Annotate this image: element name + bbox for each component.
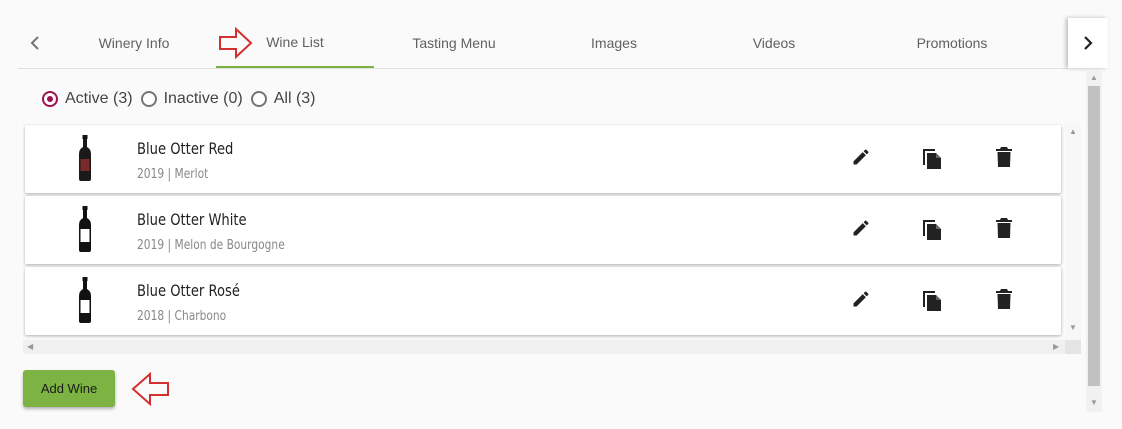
wine-details: 2019 | Merlot (137, 167, 209, 182)
trash-icon (996, 147, 1012, 167)
scroll-up-icon[interactable]: ▲ (1069, 128, 1077, 136)
wine-details: 2018 | Charbono (137, 309, 227, 324)
tab-winery-info[interactable]: Winery Info (52, 18, 216, 68)
scroll-right-icon[interactable]: ▶ (1053, 343, 1059, 351)
red-wine-bottle-icon (79, 135, 91, 181)
list-vertical-scrollbar[interactable]: ▲ ▼ (1065, 124, 1081, 340)
add-wine-button[interactable]: Add Wine (23, 370, 115, 407)
white-wine-bottle-icon (79, 277, 91, 323)
filter-all-radio[interactable]: All (3) (250, 90, 316, 108)
tab-label: Winery Info (98, 35, 170, 51)
radio-unchecked-icon (140, 91, 157, 107)
scroll-left-icon[interactable]: ◀ (27, 343, 33, 351)
annotation-arrow-left-icon (131, 372, 169, 406)
copy-icon (923, 220, 941, 240)
radio-checked-icon (42, 91, 58, 107)
chevron-right-icon (1084, 36, 1093, 50)
tab-images[interactable]: Images (534, 18, 694, 68)
trash-icon (996, 289, 1012, 309)
page-vertical-scrollbar[interactable]: ▲ ▼ (1086, 70, 1102, 412)
wine-details: 2019 | Melon de Bourgogne (137, 238, 285, 253)
duplicate-button[interactable] (920, 216, 944, 240)
pencil-icon (853, 149, 869, 165)
edit-button[interactable] (849, 145, 873, 169)
list-horizontal-scrollbar[interactable]: ◀ ▶ (23, 340, 1065, 354)
tab-label: Tasting Menu (412, 35, 496, 51)
filter-all-label: All (3) (273, 90, 316, 107)
wine-card[interactable]: Blue Otter Red 2019 | Merlot (25, 125, 1061, 193)
tab-bar: Winery Info Wine List Tasting Menu Image… (18, 18, 1068, 69)
edit-button[interactable] (849, 216, 873, 240)
tab-promotions[interactable]: Promotions (854, 18, 1050, 68)
annotation-arrow-right-icon (219, 27, 253, 59)
delete-button[interactable] (992, 216, 1016, 240)
tab-label: Videos (752, 35, 796, 51)
radio-unchecked-icon (250, 91, 267, 107)
scrollbar-thumb[interactable] (1088, 86, 1100, 386)
scrollbar-corner (1065, 340, 1081, 354)
edit-button[interactable] (849, 287, 873, 311)
wine-card[interactable]: Blue Otter White 2019 | Melon de Bourgog… (25, 196, 1061, 264)
wine-name: Blue Otter White (137, 210, 247, 229)
status-filter-group: Active (3) Inactive (0) All (3) (42, 86, 324, 112)
wine-name: Blue Otter Rosé (137, 281, 240, 300)
filter-active-label: Active (3) (65, 90, 133, 107)
copy-icon (923, 149, 941, 169)
tab-scroll-left[interactable] (18, 18, 52, 68)
tab-label: Wine List (266, 34, 324, 50)
scroll-down-icon[interactable]: ▼ (1069, 324, 1077, 332)
wine-name: Blue Otter Red (137, 139, 234, 158)
pencil-icon (853, 291, 869, 307)
trash-icon (996, 218, 1012, 238)
tab-label: Images (591, 35, 637, 51)
filter-inactive-label: Inactive (0) (163, 90, 243, 107)
delete-button[interactable] (992, 287, 1016, 311)
white-wine-bottle-icon (79, 206, 91, 252)
delete-button[interactable] (992, 145, 1016, 169)
scroll-down-icon[interactable]: ▼ (1090, 399, 1098, 407)
pencil-icon (853, 220, 869, 236)
filter-inactive-radio[interactable]: Inactive (0) (140, 90, 243, 108)
tab-label: Promotions (916, 35, 988, 51)
tab-scroll-right[interactable] (1068, 18, 1108, 68)
filter-active-radio[interactable]: Active (3) (42, 90, 133, 108)
tab-tasting-menu[interactable]: Tasting Menu (374, 18, 534, 68)
tab-videos[interactable]: Videos (694, 18, 854, 68)
wine-card[interactable]: Blue Otter Rosé 2018 | Charbono (25, 267, 1061, 335)
duplicate-button[interactable] (920, 145, 944, 169)
scroll-up-icon[interactable]: ▲ (1090, 74, 1098, 82)
chevron-left-icon (30, 36, 39, 50)
duplicate-button[interactable] (920, 287, 944, 311)
wine-list: Blue Otter Red 2019 | Merlot Blue Otter … (23, 124, 1081, 354)
copy-icon (923, 291, 941, 311)
